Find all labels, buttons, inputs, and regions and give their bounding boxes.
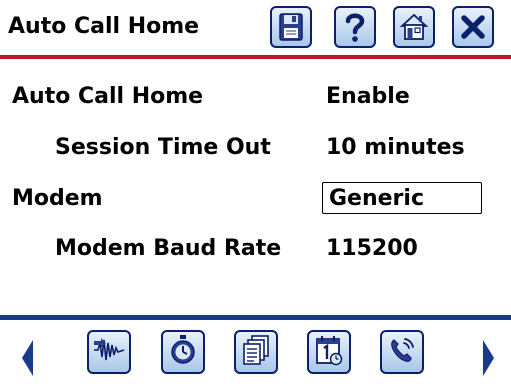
session-time-out-value[interactable]: 10 minutes: [326, 135, 465, 160]
modem-baud-rate-label: Modem Baud Rate: [55, 236, 282, 261]
settings-panel: Auto Call Home Enable Session Time Out 1…: [0, 60, 511, 310]
signal-button[interactable]: [87, 330, 131, 374]
stopwatch-icon: [168, 334, 198, 370]
help-button[interactable]: [334, 6, 376, 48]
previous-page-button[interactable]: [18, 338, 38, 378]
page-title: Auto Call Home: [8, 14, 200, 39]
floppy-disk-icon: [277, 12, 305, 42]
modem-select[interactable]: Generic: [322, 182, 482, 214]
session-time-out-row[interactable]: Session Time Out 10 minutes: [0, 129, 511, 169]
signal-wave-icon: [92, 335, 126, 369]
phone-call-icon: [386, 334, 418, 370]
schedule-button[interactable]: [307, 330, 351, 374]
auto-call-home-row[interactable]: Auto Call Home Enable: [0, 78, 511, 118]
right-arrow-icon: [478, 340, 498, 382]
header-bar: Auto Call Home: [0, 0, 511, 56]
session-time-out-label: Session Time Out: [55, 135, 271, 160]
question-mark-icon: [341, 11, 369, 43]
modem-select-value: Generic: [329, 186, 424, 211]
auto-call-home-value[interactable]: Enable: [326, 84, 410, 109]
auto-call-home-label: Auto Call Home: [12, 84, 204, 109]
house-icon: [399, 12, 429, 42]
home-button[interactable]: [393, 6, 435, 48]
calendar-clock-icon: [314, 334, 344, 370]
modem-baud-rate-row[interactable]: Modem Baud Rate 115200: [0, 230, 511, 270]
document-stack-icon: [241, 334, 271, 370]
x-close-icon: [459, 13, 487, 41]
timer-button[interactable]: [161, 330, 205, 374]
modem-label: Modem: [12, 186, 103, 211]
documents-button[interactable]: [234, 330, 278, 374]
close-button[interactable]: [452, 6, 494, 48]
modem-row[interactable]: Modem Generic: [0, 180, 511, 220]
left-arrow-icon: [18, 340, 38, 382]
footer-toolbar: [0, 320, 511, 388]
next-page-button[interactable]: [478, 338, 498, 378]
save-button[interactable]: [270, 6, 312, 48]
call-button[interactable]: [380, 330, 424, 374]
header-divider: [0, 55, 511, 59]
modem-baud-rate-value[interactable]: 115200: [326, 236, 418, 261]
